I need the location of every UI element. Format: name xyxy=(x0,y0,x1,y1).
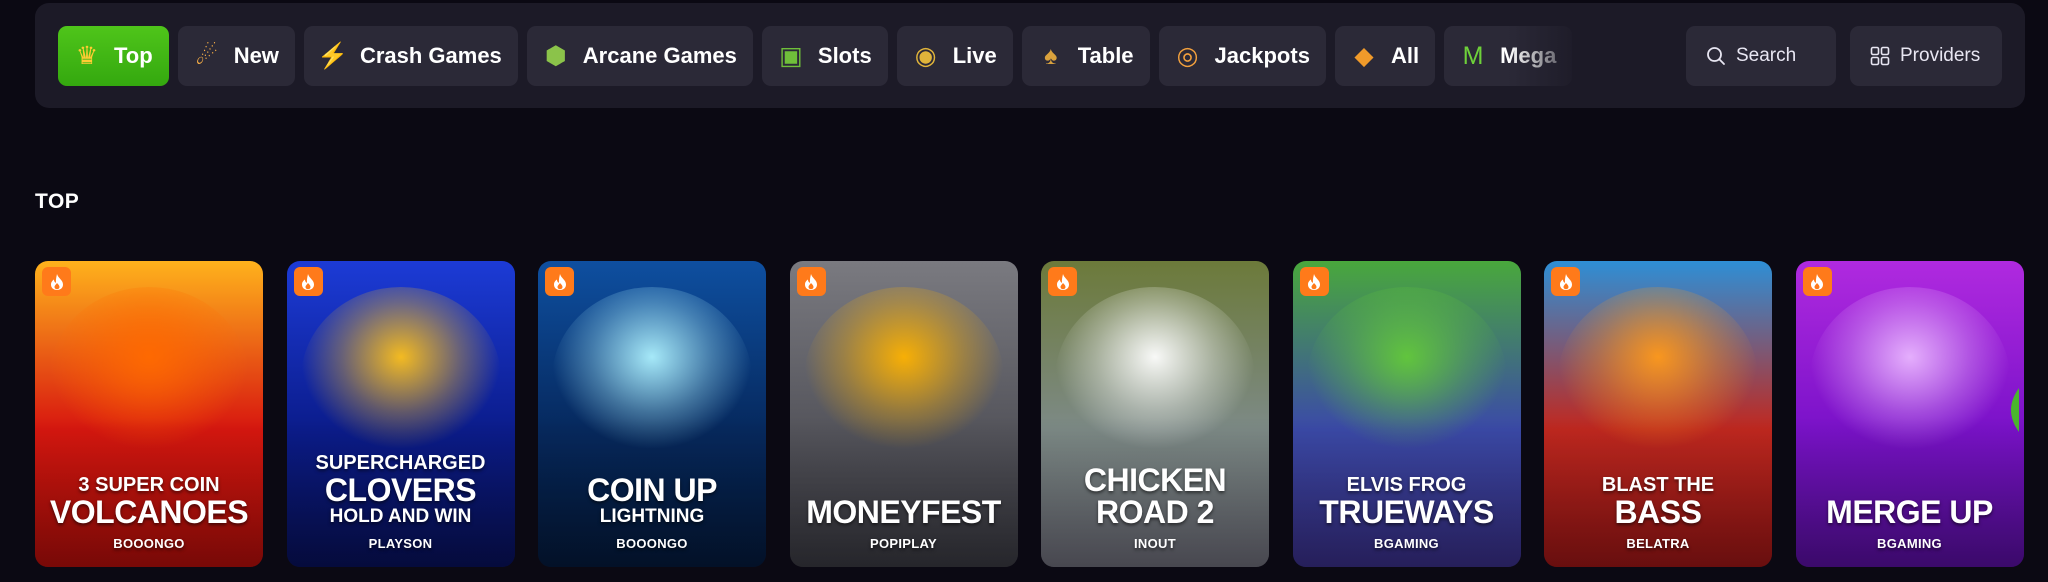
game-title: Merge Up BGAMING xyxy=(1796,496,2024,551)
game-title-pre: Elvis Frog xyxy=(1346,474,1467,496)
next-card-peek[interactable] xyxy=(1999,380,2019,440)
game-title-main: Clovers xyxy=(324,472,477,508)
flame-icon xyxy=(50,273,63,290)
game-title-main: Volcanoes xyxy=(49,494,249,530)
game-title-post: Lightning xyxy=(599,506,705,527)
cubes-icon: ◆ xyxy=(1354,41,1374,70)
hot-badge xyxy=(42,267,71,296)
game-title: Coin Up Lightning BOOONGO xyxy=(538,474,766,551)
mega-m-icon: M xyxy=(1462,41,1484,70)
grid-icon xyxy=(1870,46,1890,66)
game-card[interactable]: Blast the Bass BELATRA xyxy=(1544,261,1772,567)
hot-badge xyxy=(1551,267,1580,296)
game-title-main: Merge Up xyxy=(1826,494,1993,530)
providers-label: Providers xyxy=(1900,45,1981,66)
flame-icon xyxy=(1056,273,1069,290)
flame-icon xyxy=(1308,273,1320,290)
game-title-pre: 3 Super Coin xyxy=(78,474,220,496)
game-card[interactable]: Elvis Frog Trueways BGAMING xyxy=(1292,261,1521,567)
flame-icon xyxy=(805,273,817,290)
hot-badge xyxy=(545,267,574,296)
game-provider: BGAMING xyxy=(1877,536,1942,551)
game-card[interactable]: Merge Up BGAMING xyxy=(1795,261,2024,567)
category-tab-slots[interactable]: ▣ Slots xyxy=(761,26,888,86)
flame-icon xyxy=(553,273,566,290)
lightning-icon: ⚡ xyxy=(317,41,349,70)
flame-icon xyxy=(302,273,314,290)
category-tab-top[interactable]: ♛ Top xyxy=(58,26,169,86)
category-tab-table[interactable]: ♠ Table xyxy=(1021,26,1150,86)
game-cards-row: 3 Super Coin Volcanoes BOOONGO Supercharged… xyxy=(35,261,2048,571)
dice-cube-icon: ⬢ xyxy=(544,41,567,70)
search-button[interactable]: Search xyxy=(1686,26,1836,86)
jackpot-coins-icon: ◎ xyxy=(1176,41,1199,70)
crown-flame-icon: ♛ xyxy=(75,41,99,70)
game-title: Elvis Frog Trueways BGAMING xyxy=(1293,474,1521,551)
game-title: Supercharged Clovers Hold and Win PLAYSON xyxy=(287,452,515,551)
category-tab-label: New xyxy=(233,43,279,68)
category-tabs: ♛ Top ☄ New ⚡ Crash Games ⬢ Arcane Games ▣ Slots ◉… xyxy=(58,26,1598,86)
category-tab-label: Crash Games xyxy=(359,43,502,68)
game-title-pre: Supercharged xyxy=(315,452,486,474)
game-title: Blast the Bass BELATRA xyxy=(1544,474,1772,551)
game-card[interactable]: 3 Super Coin Volcanoes BOOONGO xyxy=(35,261,263,567)
section-title: TOP xyxy=(35,190,80,213)
game-provider: INOUT xyxy=(1134,536,1176,551)
category-tab-crash-games[interactable]: ⚡ Crash Games xyxy=(303,26,518,86)
providers-button[interactable]: Providers xyxy=(1850,26,2002,86)
game-provider: PLAYSON xyxy=(368,536,433,551)
category-tab-live[interactable]: ◉ Live xyxy=(896,26,1013,86)
hot-badge xyxy=(1299,267,1329,296)
game-provider: BOOONGO xyxy=(113,536,185,551)
search-label: Search xyxy=(1736,45,1797,66)
coins-stack-icon: ◉ xyxy=(914,41,937,70)
category-tab-mega[interactable]: M Mega xyxy=(1444,26,1573,86)
category-tab-all[interactable]: ◆ All xyxy=(1334,26,1436,86)
slot-machine-icon: ▣ xyxy=(779,41,803,70)
search-icon xyxy=(1707,47,1725,65)
category-tab-label: Slots xyxy=(817,43,872,68)
category-tab-label: Mega xyxy=(1500,43,1557,68)
game-title-pre: Blast the xyxy=(1601,474,1715,496)
game-title-main: Moneyfest xyxy=(806,494,1001,530)
game-card[interactable]: Supercharged Clovers Hold and Win PLAYSON xyxy=(286,261,515,567)
category-tab-label: Live xyxy=(952,43,997,68)
category-tab-label: Table xyxy=(1077,43,1134,68)
game-provider: BOOONGO xyxy=(616,536,688,551)
category-tab-label: Jackpots xyxy=(1214,43,1310,68)
category-tab-new[interactable]: ☄ New xyxy=(177,26,295,86)
game-title-main: Bass xyxy=(1614,494,1702,530)
hot-badge xyxy=(293,267,323,296)
category-tab-jackpots[interactable]: ◎ Jackpots xyxy=(1158,26,1326,86)
game-title-main: Chicken Road 2 xyxy=(1083,462,1227,530)
game-card[interactable]: Chicken Road 2 INOUT xyxy=(1041,261,1269,567)
game-title: Chicken Road 2 INOUT xyxy=(1041,464,1269,551)
game-title: Moneyfest POPIPLAY xyxy=(790,496,1018,551)
category-tab-arcane-games[interactable]: ⬢ Arcane Games xyxy=(526,26,753,86)
game-provider: BGAMING xyxy=(1374,536,1439,551)
hot-badge xyxy=(1802,267,1832,296)
game-card[interactable]: Coin Up Lightning BOOONGO xyxy=(538,261,766,567)
game-card[interactable]: Moneyfest POPIPLAY xyxy=(789,261,1018,567)
comet-icon: ☄ xyxy=(195,41,218,70)
flame-icon xyxy=(1559,273,1572,290)
game-provider: BELATRA xyxy=(1626,536,1690,551)
game-provider: POPIPLAY xyxy=(870,536,937,551)
hot-badge xyxy=(1048,267,1077,296)
game-title-main: Trueways xyxy=(1319,494,1494,530)
playing-cards-icon: ♠ xyxy=(1044,41,1058,70)
category-tab-label: Top xyxy=(114,43,153,68)
hot-badge xyxy=(796,267,826,296)
category-tab-label: All xyxy=(1390,43,1420,68)
category-tab-label: Arcane Games xyxy=(582,43,737,68)
game-title-main: Coin Up xyxy=(587,472,717,508)
flame-icon xyxy=(1811,273,1823,290)
game-title: 3 Super Coin Volcanoes BOOONGO xyxy=(35,474,263,551)
game-title-post: Hold and Win xyxy=(329,506,472,527)
